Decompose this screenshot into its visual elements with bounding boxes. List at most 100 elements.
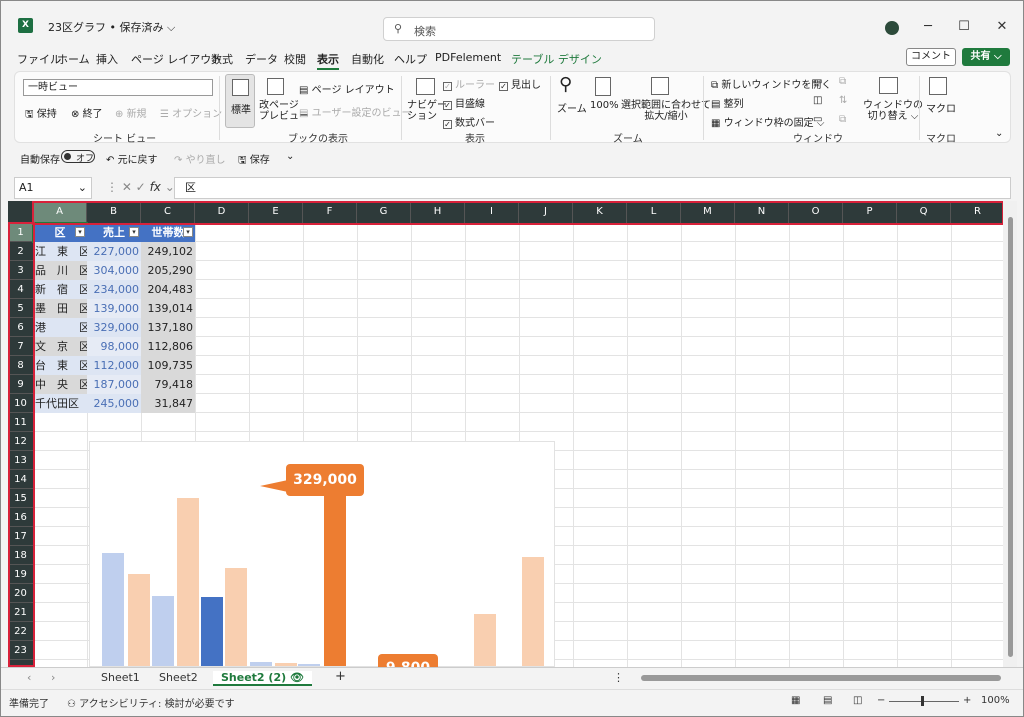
table-cell[interactable]: 新 宿 区: [33, 280, 87, 299]
zoom-level[interactable]: 100%: [981, 695, 1010, 706]
ruler-checkbox[interactable]: ✓ ルーラー: [443, 76, 495, 91]
row-header-14[interactable]: 14: [8, 470, 33, 489]
row-header-13[interactable]: 13: [8, 451, 33, 470]
column-header-r[interactable]: R: [951, 201, 1005, 223]
row-header-19[interactable]: 19: [8, 565, 33, 584]
row-header-18[interactable]: 18: [8, 546, 33, 565]
more-options-icon[interactable]: ⋮: [613, 671, 624, 684]
column-header-q[interactable]: Q: [897, 201, 951, 223]
split-icon[interactable]: ▭: [813, 76, 822, 87]
table-cell[interactable]: 文 京 区: [33, 337, 87, 356]
table-cell[interactable]: 187,000: [87, 375, 141, 394]
side-by-side-icon[interactable]: ⧉: [839, 76, 846, 87]
tab-table-design[interactable]: テーブル デザイン: [511, 51, 602, 67]
sheet-view-select[interactable]: 一時ビュー: [23, 79, 213, 96]
sheet-next-icon[interactable]: ›: [51, 671, 55, 684]
column-header-g[interactable]: G: [357, 201, 411, 223]
row-header-11[interactable]: 11: [8, 413, 33, 432]
chart-bar[interactable]: [201, 597, 223, 666]
column-header-b[interactable]: B: [87, 201, 141, 223]
page-break-preview-button[interactable]: 改ページ プレビュー: [259, 74, 309, 128]
column-header-a[interactable]: A: [33, 201, 87, 223]
zoom-button[interactable]: ⚲ ズーム: [555, 74, 587, 128]
table-cell[interactable]: 千代田区: [33, 394, 87, 413]
column-header-o[interactable]: O: [789, 201, 843, 223]
tab-view[interactable]: 表示: [317, 51, 339, 70]
share-button[interactable]: 共有 ⌵: [962, 48, 1010, 66]
tab-data[interactable]: データ: [245, 51, 278, 67]
filter-dropdown-icon[interactable]: ▾: [183, 227, 193, 237]
row-header-10[interactable]: 10: [8, 394, 33, 413]
chart-bar[interactable]: [250, 662, 272, 666]
table-cell[interactable]: 304,000: [87, 261, 141, 280]
table-cell[interactable]: 109,735: [141, 356, 195, 375]
table-cell[interactable]: 台 東 区: [33, 356, 87, 375]
comment-button[interactable]: コメント: [906, 48, 956, 66]
table-cell[interactable]: 205,290: [141, 261, 195, 280]
column-header-f[interactable]: F: [303, 201, 357, 223]
filter-dropdown-icon[interactable]: ▾: [75, 227, 85, 237]
chart-bar[interactable]: [128, 574, 150, 666]
table-cell[interactable]: 227,000: [87, 242, 141, 261]
table-cell[interactable]: 98,000: [87, 337, 141, 356]
row-header-3[interactable]: 3: [8, 261, 33, 280]
zoom-slider[interactable]: [889, 701, 959, 702]
tab-home[interactable]: ホーム: [57, 51, 90, 67]
formula-bar-checkbox[interactable]: ✓ 数式バー: [443, 114, 495, 129]
zoom-100-button[interactable]: 100%: [589, 74, 619, 128]
page-layout-icon[interactable]: ▤: [823, 695, 832, 706]
column-header-d[interactable]: D: [195, 201, 249, 223]
close-button[interactable]: ✕: [991, 17, 1013, 37]
table-cell[interactable]: 港 区: [33, 318, 87, 337]
normal-view-button[interactable]: 標準: [225, 74, 255, 128]
table-cell[interactable]: 139,000: [87, 299, 141, 318]
collapse-ribbon-icon[interactable]: ⌄: [995, 128, 1003, 139]
chart-bar[interactable]: [177, 498, 199, 666]
macro-button[interactable]: マクロ: [923, 74, 956, 128]
tab-automate[interactable]: 自動化: [351, 51, 384, 67]
horizontal-scrollbar[interactable]: [641, 675, 1001, 681]
sheet-tab-3[interactable]: Sheet2 (2) 👁: [213, 671, 312, 686]
normal-view-icon[interactable]: ▦: [791, 695, 800, 706]
account-avatar[interactable]: [885, 21, 899, 35]
chart-bar[interactable]: [275, 663, 297, 666]
sheet-view-exit[interactable]: ⊗ 終了: [71, 105, 103, 120]
chart-bar[interactable]: [522, 557, 544, 666]
page-layout-view-button[interactable]: ▤ ページ レイアウト: [299, 81, 395, 96]
column-header-c[interactable]: C: [141, 201, 195, 223]
table-cell[interactable]: 245,000: [87, 394, 141, 413]
table-cell[interactable]: 112,806: [141, 337, 195, 356]
accessibility-status[interactable]: ⚇ アクセシビリティ: 検討が必要です: [67, 695, 235, 710]
row-header-20[interactable]: 20: [8, 584, 33, 603]
table-header-0[interactable]: 区 ▾: [32, 222, 88, 243]
navigation-button[interactable]: ナビゲー ション: [407, 74, 447, 128]
undo-button[interactable]: ↶ 元に戻す: [106, 151, 158, 166]
chart-callout[interactable]: 9,800: [378, 654, 438, 667]
row-header-6[interactable]: 6: [8, 318, 33, 337]
table-cell[interactable]: 品 川 区: [33, 261, 87, 280]
arrange-button[interactable]: ▤ 整列: [711, 95, 744, 110]
column-header-k[interactable]: K: [573, 201, 627, 223]
tab-pdfelement[interactable]: PDFelement: [435, 51, 501, 64]
tab-help[interactable]: ヘルプ: [394, 51, 427, 67]
headings-checkbox[interactable]: ✓ 見出し: [499, 76, 541, 91]
row-header-16[interactable]: 16: [8, 508, 33, 527]
filter-dropdown-icon[interactable]: ▾: [129, 227, 139, 237]
customize-qat-icon[interactable]: ⌄: [286, 151, 294, 162]
row-header-1[interactable]: 1: [8, 223, 33, 242]
name-box[interactable]: A1 ⌄: [14, 177, 92, 199]
search-box[interactable]: ⚲ 検索: [383, 17, 655, 41]
column-header-j[interactable]: J: [519, 201, 573, 223]
maximize-button[interactable]: ☐: [953, 17, 975, 37]
table-cell[interactable]: 中 央 区: [33, 375, 87, 394]
custom-views-button[interactable]: ▤ ユーザー設定のビュー: [299, 104, 411, 119]
save-button[interactable]: 🖫 保存: [238, 151, 270, 170]
formula-input[interactable]: 区: [174, 177, 1011, 199]
zoom-in-button[interactable]: +: [963, 695, 971, 706]
zoom-slider-thumb[interactable]: [921, 696, 924, 706]
row-header-2[interactable]: 2: [8, 242, 33, 261]
chart-bar[interactable]: [225, 568, 247, 666]
chart-bar[interactable]: [324, 496, 346, 666]
row-header-8[interactable]: 8: [8, 356, 33, 375]
table-cell[interactable]: 112,000: [87, 356, 141, 375]
